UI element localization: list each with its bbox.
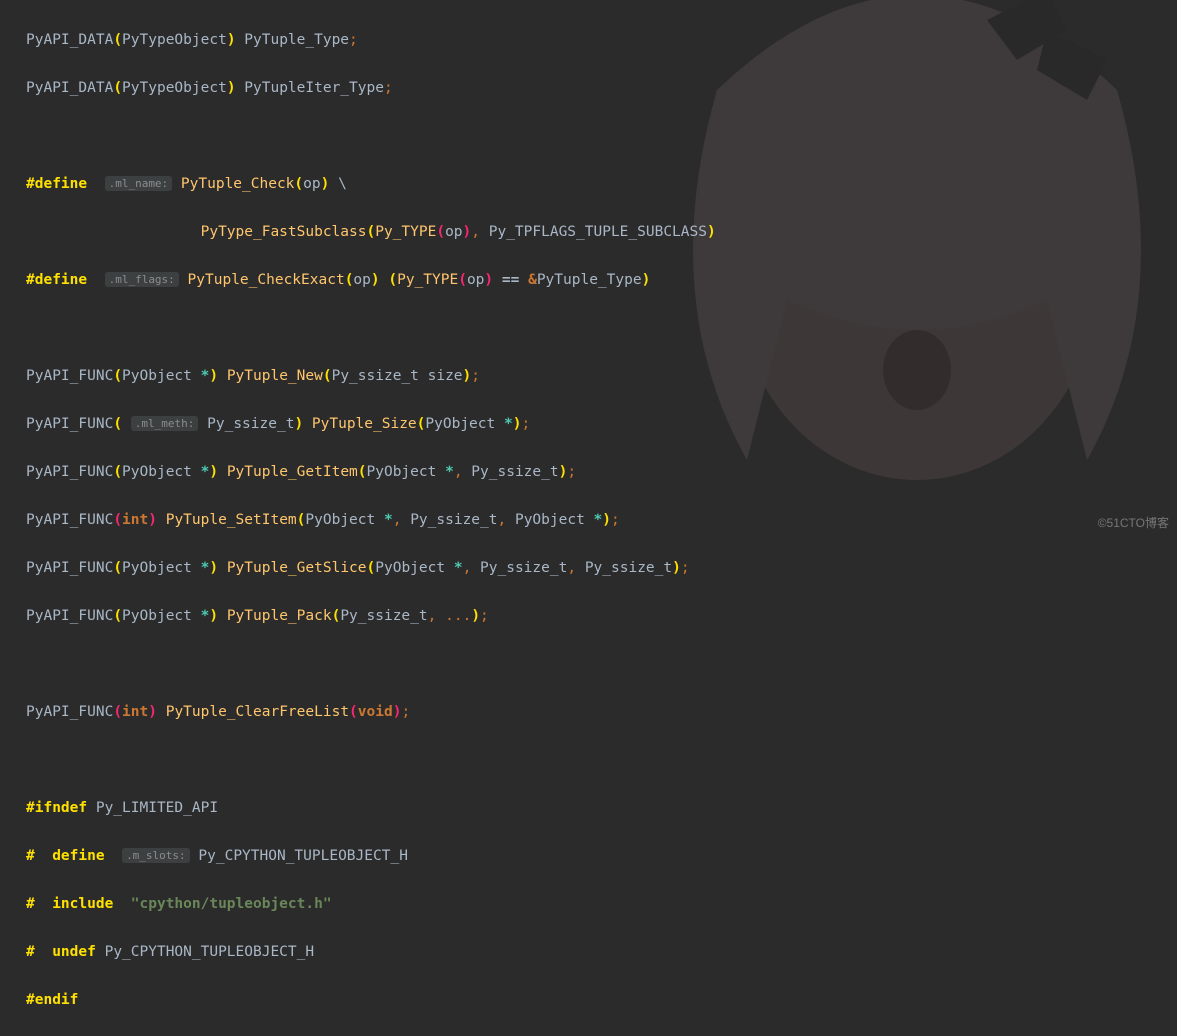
code-line: PyAPI_DATA(PyTypeObject) PyTuple_Type; [26,28,1177,52]
code-editor-content: PyAPI_DATA(PyTypeObject) PyTuple_Type; P… [0,0,1177,1036]
code-line: # undef Py_CPYTHON_TUPLEOBJECT_H [26,940,1177,964]
code-line: PyAPI_DATA(PyTypeObject) PyTupleIter_Typ… [26,76,1177,100]
code-line: PyAPI_FUNC(PyObject *) PyTuple_GetSlice(… [26,556,1177,580]
code-line: # define .m_slots: Py_CPYTHON_TUPLEOBJEC… [26,844,1177,868]
code-line [26,652,1177,676]
code-line: #define .ml_name: PyTuple_Check(op) \ [26,172,1177,196]
code-line [26,316,1177,340]
watermark-text: ©51CTO博客 [1098,511,1169,535]
code-line: PyAPI_FUNC(PyObject *) PyTuple_Pack(Py_s… [26,604,1177,628]
code-line: PyType_FastSubclass(Py_TYPE(op), Py_TPFL… [26,220,1177,244]
code-line: #define .ml_flags: PyTuple_CheckExact(op… [26,268,1177,292]
code-line: #ifndef Py_LIMITED_API [26,796,1177,820]
code-line: #endif [26,988,1177,1012]
inlay-hint: .m_slots: [122,848,190,863]
code-line: # include "cpython/tupleobject.h" [26,892,1177,916]
code-line: PyAPI_FUNC(PyObject *) PyTuple_New(Py_ss… [26,364,1177,388]
code-line: PyAPI_FUNC(int) PyTuple_SetItem(PyObject… [26,508,1177,532]
code-line [26,748,1177,772]
inlay-hint: .ml_flags: [105,272,179,287]
code-line [26,124,1177,148]
inlay-hint: .ml_name: [105,176,173,191]
code-line: PyAPI_FUNC( .ml_meth: Py_ssize_t) PyTupl… [26,412,1177,436]
code-line: PyAPI_FUNC(int) PyTuple_ClearFreeList(vo… [26,700,1177,724]
inlay-hint: .ml_meth: [131,416,199,431]
code-line: PyAPI_FUNC(PyObject *) PyTuple_GetItem(P… [26,460,1177,484]
